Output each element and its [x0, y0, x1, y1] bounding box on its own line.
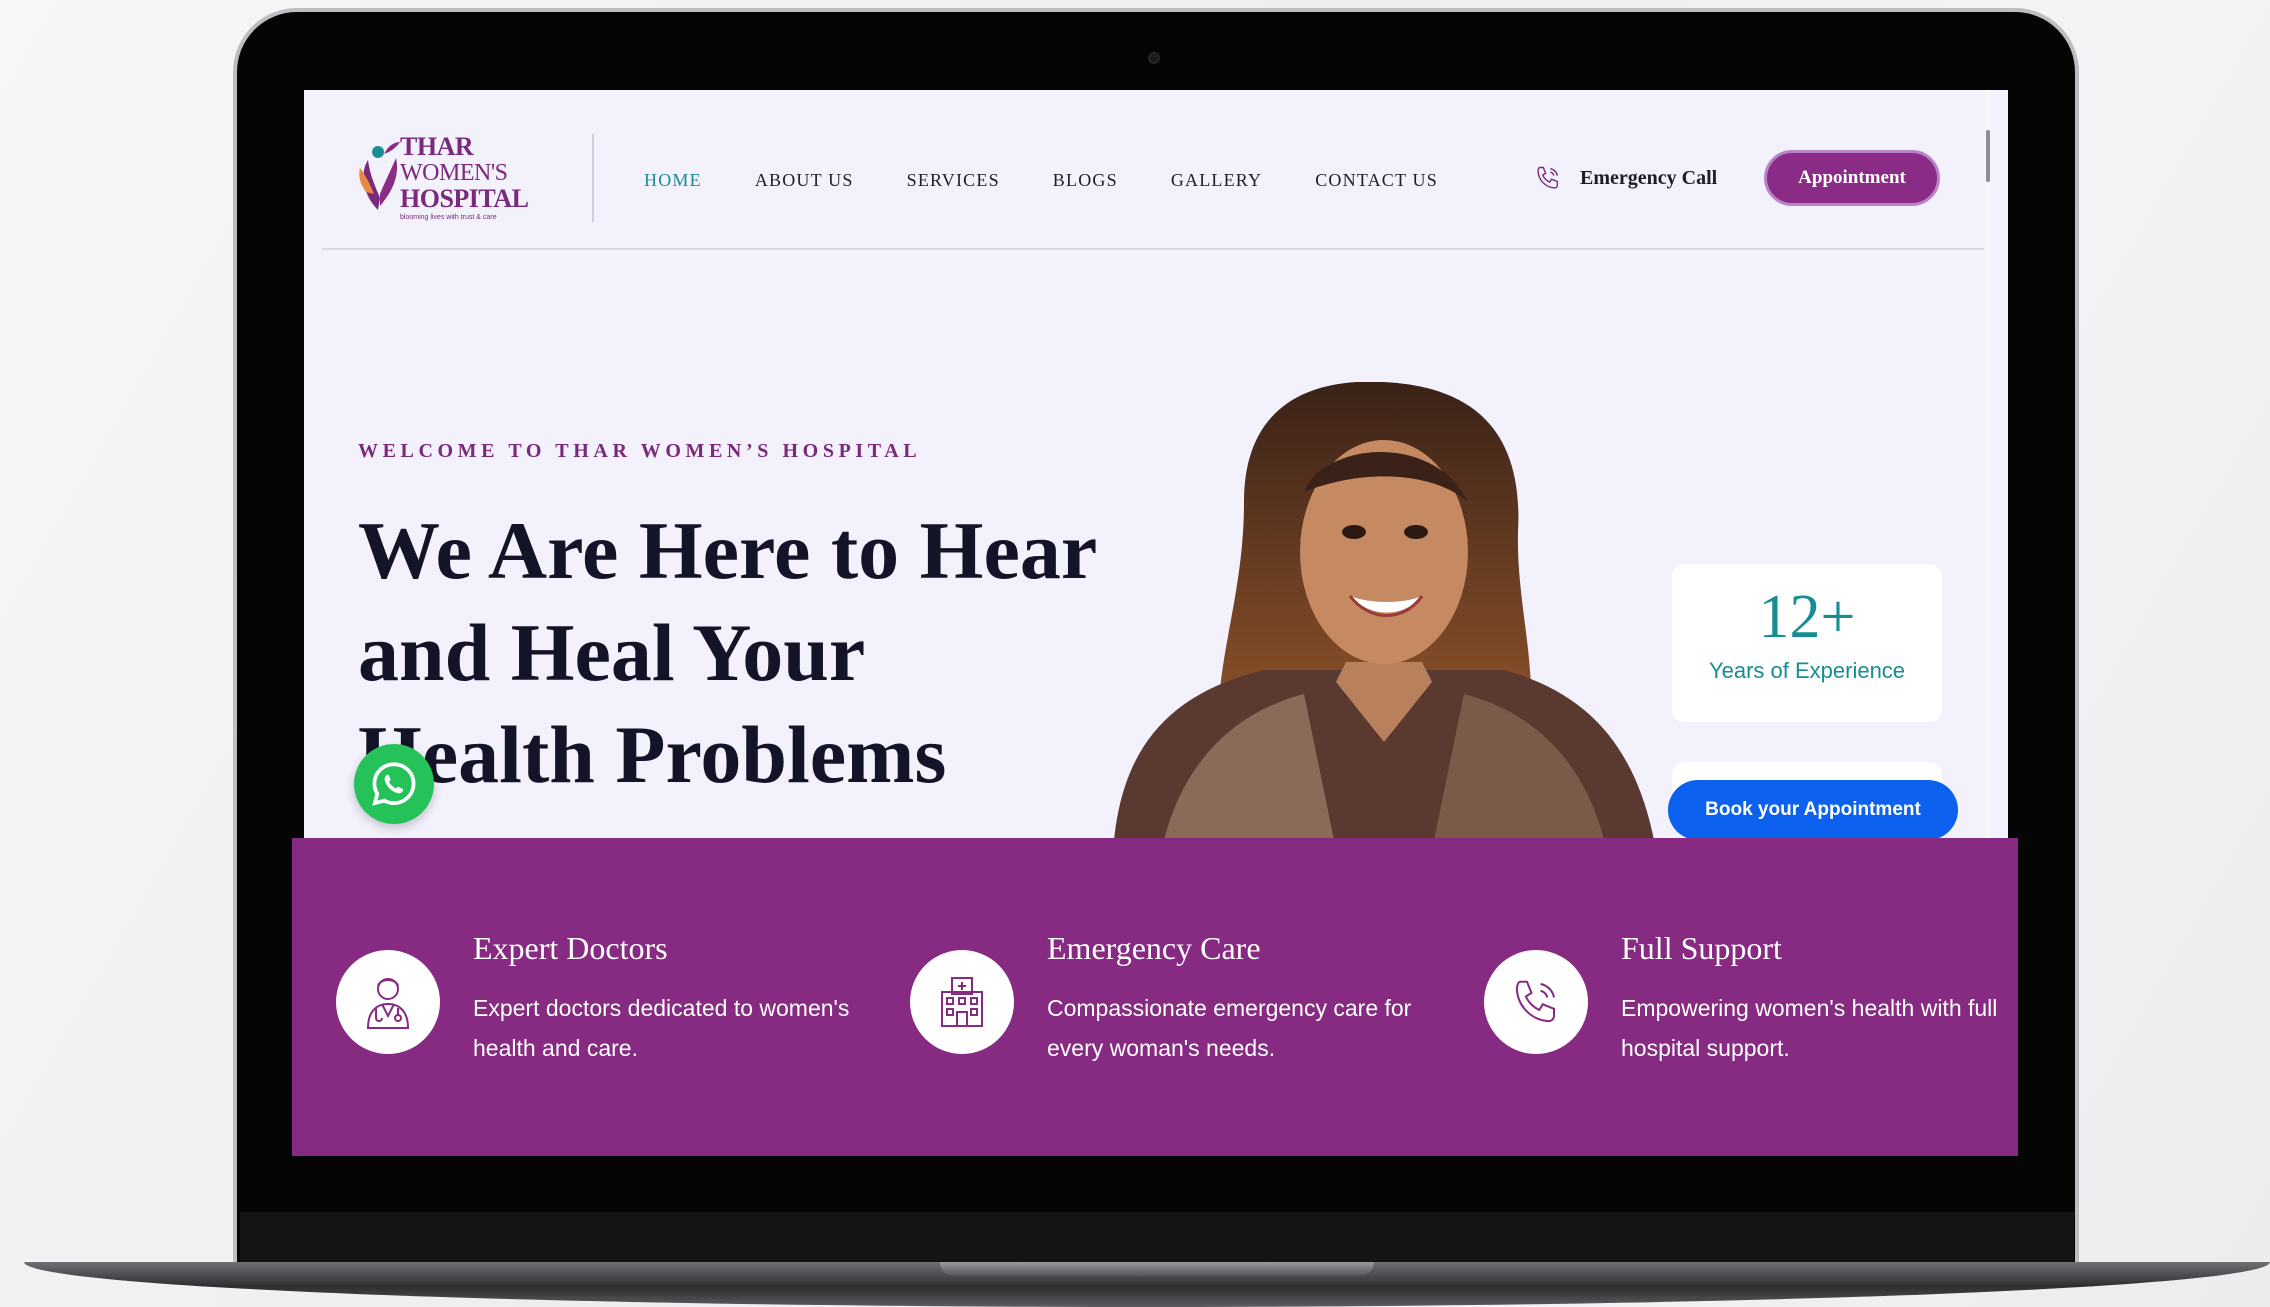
nav-gallery[interactable]: GALLERY	[1171, 170, 1262, 191]
appointment-button[interactable]: Appointment	[1764, 150, 1940, 206]
book-appointment-button[interactable]: Book your Appointment	[1668, 780, 1958, 840]
doctor-icon	[336, 950, 440, 1054]
main-nav: HOME ABOUT US SERVICES BLOGS GALLERY CON…	[644, 170, 1491, 191]
feature-description: Empowering women's health with full hosp…	[1621, 995, 1998, 1061]
doctor-photo	[1114, 382, 1654, 840]
hero-title: We Are Here to Hear and Heal Your Health…	[358, 505, 1096, 800]
feature-title: Emergency Care	[1047, 930, 1261, 966]
experience-card: 12+ Years of Experience	[1672, 564, 1942, 722]
nav-about-us[interactable]: ABOUT US	[755, 170, 854, 191]
phone-icon	[1537, 166, 1559, 189]
nav-blogs[interactable]: BLOGS	[1053, 170, 1118, 191]
hospital-icon	[910, 950, 1014, 1054]
browser-screen: THAR WOMEN'S HOSPITAL blooming lives wit…	[304, 90, 2008, 840]
whatsapp-button[interactable]	[354, 744, 434, 824]
laptop-chin	[240, 1212, 2074, 1266]
page-scrollbar[interactable]	[1984, 90, 1990, 840]
feature-title: Full Support	[1621, 930, 1782, 966]
hero-eyebrow: WELCOME TO THAR WOMEN’S HOSPITAL	[358, 440, 922, 462]
scrollbar-thumb[interactable]	[1986, 130, 1990, 182]
logo-tagline: blooming lives with trust & care	[400, 214, 497, 221]
features-band: Expert Doctors Expert doctors dedicated …	[292, 838, 2018, 1156]
phone-icon	[1484, 950, 1588, 1054]
camera-icon	[1148, 52, 1160, 64]
emergency-call-link[interactable]: Emergency Call	[1534, 164, 1717, 192]
whatsapp-icon	[372, 762, 416, 806]
feature-description: Compassionate emergency care for every w…	[1047, 995, 1412, 1061]
logo-line-2: WOMEN'S	[400, 160, 508, 186]
nav-home[interactable]: HOME	[644, 170, 702, 191]
emergency-call-label: Emergency Call	[1580, 166, 1718, 189]
header-divider	[592, 134, 594, 222]
nav-services[interactable]: SERVICES	[907, 170, 1000, 191]
laptop-notch	[940, 1262, 1374, 1276]
logo-line-3: HOSPITAL	[400, 184, 529, 213]
logo-emblem-icon	[359, 142, 400, 210]
nav-contact-us[interactable]: CONTACT US	[1315, 170, 1438, 191]
feature-title: Expert Doctors	[473, 930, 668, 966]
hospital-logo[interactable]: THAR WOMEN'S HOSPITAL blooming lives wit…	[358, 126, 538, 226]
logo-line-1: THAR	[400, 132, 474, 161]
feature-description: Expert doctors dedicated to women's heal…	[473, 995, 850, 1061]
experience-value: 12+	[1758, 583, 1856, 651]
experience-label: Years of Experience	[1708, 658, 1906, 683]
logo-wordmark: THAR WOMEN'S HOSPITAL	[400, 132, 529, 213]
site-header: THAR WOMEN'S HOSPITAL blooming lives wit…	[322, 106, 1986, 250]
